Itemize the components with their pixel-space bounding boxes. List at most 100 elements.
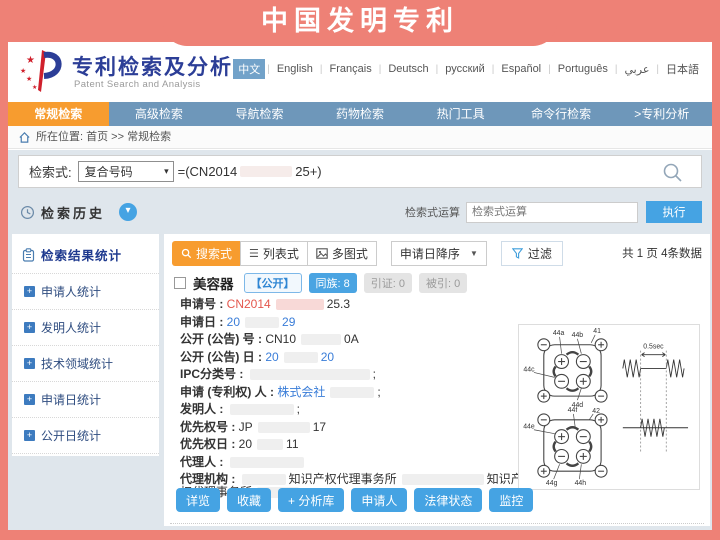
field-value: 知识产权代理事务所 [289, 472, 397, 486]
result-title[interactable]: 美容器 [193, 273, 234, 293]
field-label: 公开 (公告) 号 : [180, 332, 265, 346]
nav-tab-1[interactable]: 高级检索 [109, 102, 210, 126]
lang-item-5[interactable]: Español [496, 61, 546, 77]
action-button-5[interactable]: 监控 [489, 488, 533, 512]
lang-item-7[interactable]: عربي [620, 61, 655, 78]
family-badge[interactable]: 同族: 8 [309, 273, 357, 293]
field-label: 申请日 : [180, 315, 227, 329]
sidebar-item-label: 申请日统计 [41, 391, 101, 408]
field-row-8: 优先权日 : 2011 [180, 438, 532, 451]
execute-button[interactable]: 执行 [646, 201, 702, 223]
action-button-1[interactable]: 收藏 [227, 488, 271, 512]
field-label: 发明人 : [180, 402, 227, 416]
field-value[interactable]: 株式会社 [277, 385, 325, 399]
field-value: ; [373, 367, 376, 381]
site-subtitle: Patent Search and Analysis [74, 79, 201, 90]
nav-tab-6[interactable]: >专利分析 [611, 102, 712, 126]
top-banner: 中国发明专利 [163, 0, 557, 46]
site-title: 专利检索及分析 [72, 51, 233, 81]
figure-label: 42 [592, 408, 600, 415]
redacted-text [402, 474, 484, 485]
field-label: 代理机构 : [180, 472, 239, 486]
plus-icon: + [24, 322, 35, 333]
field-value: 25.3 [327, 297, 350, 311]
view-list-mode-button[interactable]: ☰ 列表式 [240, 241, 308, 266]
sidebar-item-2[interactable]: +技术领域统计 [12, 346, 159, 382]
figure-time-label: 0.5sec [643, 344, 664, 351]
cites-badge: 引证: 0 [364, 273, 412, 293]
lang-item-8[interactable]: 日本語 [661, 59, 704, 79]
result-item: 美容器 【公开】 同族: 8 引证: 0 被引: 0 申请号 : CN20142… [174, 272, 704, 522]
field-value: 29 [282, 315, 295, 329]
action-button-0[interactable]: 详览 [176, 488, 220, 512]
figure-label: 41 [593, 328, 601, 335]
clipboard-icon [22, 248, 35, 262]
redacted-text [245, 317, 279, 328]
svg-text:★: ★ [32, 84, 37, 91]
divider [170, 523, 704, 524]
sidebar-item-0[interactable]: +申请人统计 [12, 274, 159, 310]
redacted-text [230, 457, 304, 468]
plus-icon: + [24, 394, 35, 405]
separator: | [267, 64, 270, 75]
page: ★ ★ ★ ★ 专利检索及分析 Patent Search and Analys… [8, 42, 712, 530]
lang-item-0[interactable]: 中文 [233, 59, 265, 79]
action-button-3[interactable]: 申请人 [351, 488, 407, 512]
status-badge[interactable]: 【公开】 [244, 273, 302, 293]
sidebar-item-4[interactable]: +公开日统计 [12, 418, 159, 454]
stats-sidebar-header: 检索结果统计 [12, 234, 159, 274]
view-grid-mode-button[interactable]: 多图式 [307, 241, 377, 266]
search-expression[interactable]: =(CN2014 25+) [178, 164, 322, 179]
lang-item-2[interactable]: Français [325, 61, 377, 77]
nav-tab-2[interactable]: 导航检索 [209, 102, 310, 126]
filter-button[interactable]: 过滤 [501, 241, 563, 266]
sort-select[interactable]: 申请日降序 ▼ [391, 241, 487, 266]
svg-text:★: ★ [26, 55, 35, 66]
separator: | [615, 64, 618, 75]
result-checkbox[interactable] [174, 277, 186, 289]
cited-by-badge: 被引: 0 [419, 273, 467, 293]
redacted-text [242, 474, 286, 485]
separator: | [656, 64, 659, 75]
nav-tab-5[interactable]: 命令行检索 [511, 102, 612, 126]
redacted-text [258, 422, 310, 433]
field-value: 11 [286, 437, 298, 451]
stats-sidebar: 检索结果统计 +申请人统计+发明人统计+技术领域统计+申请日统计+公开日统计 [12, 234, 159, 456]
lang-item-1[interactable]: English [272, 61, 318, 77]
patent-figure: 44a 44b 41 44c 44d 44f 42 44e 44g 44h 0.… [518, 324, 700, 490]
redacted-text [230, 404, 294, 415]
nav-tab-4[interactable]: 热门工具 [410, 102, 511, 126]
sidebar-item-3[interactable]: + 申请日统计 [12, 382, 159, 418]
field-value: ; [377, 385, 380, 399]
sidebar-item-1[interactable]: +发明人统计 [12, 310, 159, 346]
caret-down-icon: ▼ [470, 249, 478, 258]
stats-sidebar-title: 检索结果统计 [41, 245, 122, 264]
expand-history-button[interactable]: ▾ [119, 203, 137, 221]
nav-tab-0[interactable]: 常规检索 [8, 102, 109, 126]
site-logo-icon: ★ ★ ★ ★ [18, 47, 66, 95]
field-value: 20 [265, 350, 278, 364]
plus-icon: + [24, 430, 35, 441]
lang-item-3[interactable]: Deutsch [383, 61, 433, 77]
breadcrumb-text: 所在位置: 首页 >> 常规检索 [36, 126, 171, 149]
action-button-4[interactable]: 法律状态 [414, 488, 482, 512]
nav-tab-3[interactable]: 药物检索 [310, 102, 411, 126]
results-toolbar: 搜索式 ☰ 列表式 多图式 申请日降序 ▼ [172, 240, 702, 266]
field-label: 代理人 : [180, 455, 227, 469]
search-icon[interactable] [662, 162, 683, 183]
search-expression-prefix: =(CN2014 [178, 164, 238, 179]
redacted-text [330, 387, 374, 398]
redacted-text [257, 439, 283, 450]
stats-sidebar-items: +申请人统计+发明人统计+技术领域统计+申请日统计+公开日统计 [12, 274, 159, 454]
expression-op-input[interactable] [466, 202, 638, 223]
home-icon[interactable] [18, 131, 31, 144]
lang-item-4[interactable]: русский [440, 61, 489, 77]
action-button-2[interactable]: + 分析库 [278, 488, 344, 512]
search-type-select[interactable]: 复合号码 ▾ [78, 161, 174, 182]
view-search-mode-button[interactable]: 搜索式 [172, 241, 241, 266]
field-value: ; [297, 402, 300, 416]
figure-label: 44e [523, 424, 535, 431]
search-type-value: 复合号码 [85, 163, 133, 180]
lang-item-6[interactable]: Português [553, 61, 613, 77]
sidebar-item-label: 技术领域统计 [41, 355, 113, 372]
